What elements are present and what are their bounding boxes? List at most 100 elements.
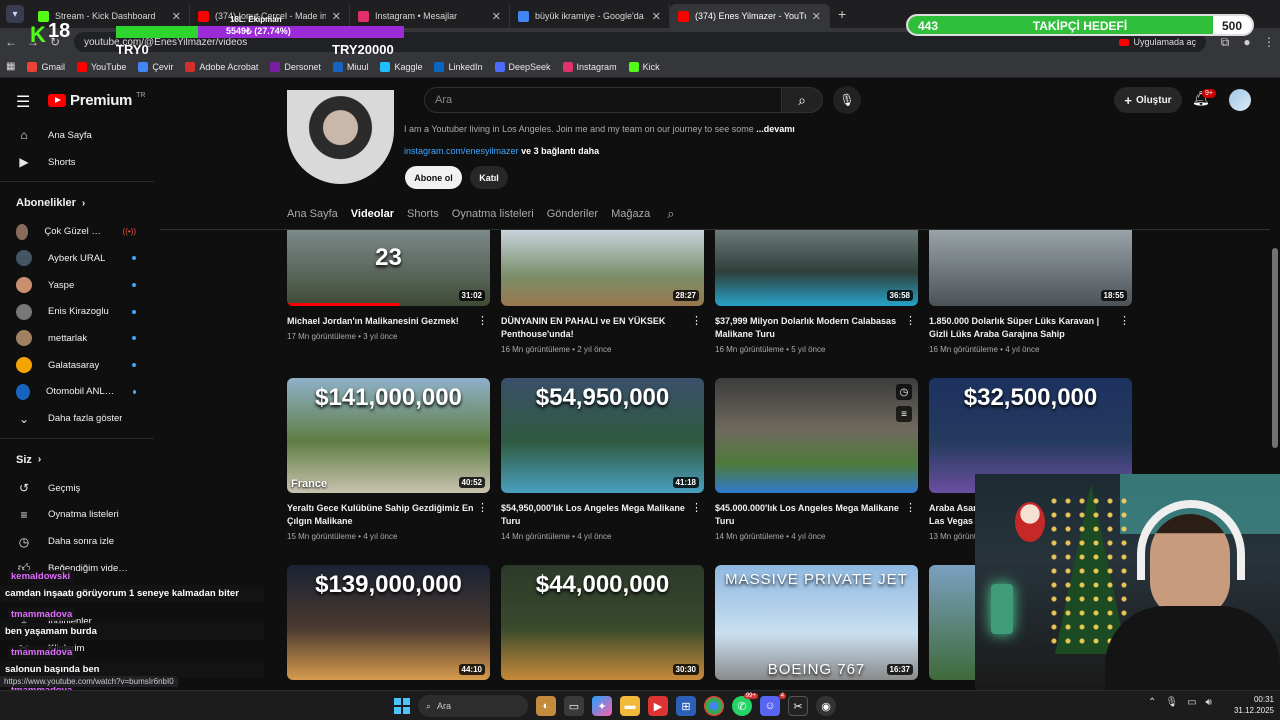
- obs-icon[interactable]: ◉: [816, 696, 836, 716]
- browser-tab[interactable]: Stream - Kick Dashboard ✕: [30, 4, 190, 28]
- sidebar-item[interactable]: ▶ Shorts: [0, 149, 154, 176]
- video-thumbnail[interactable]: 28:27: [501, 230, 704, 306]
- open-in-app-button[interactable]: Uygulamada aç: [1119, 37, 1196, 47]
- video-title[interactable]: Michael Jordan'ın Malikanesini Gezmek!: [287, 315, 490, 328]
- bookmark-item[interactable]: DeepSeek: [494, 61, 551, 72]
- extensions-icon[interactable]: ⧉: [1214, 35, 1236, 50]
- video-title[interactable]: 1.850.000 Dolarlık Süper Lüks Karavan | …: [929, 315, 1132, 341]
- bookmark-item[interactable]: Çevir: [138, 61, 173, 72]
- channel-avatar[interactable]: [287, 90, 394, 184]
- subscription-item[interactable]: Otomobil ANLATIM: [0, 379, 154, 406]
- bookmark-item[interactable]: Dersonet: [270, 61, 321, 72]
- back-icon[interactable]: ←: [0, 35, 22, 49]
- channel-search-icon[interactable]: ⌕: [667, 206, 674, 222]
- add-to-queue-icon[interactable]: ≡: [896, 406, 912, 422]
- more-options-icon[interactable]: ⋮: [477, 501, 488, 514]
- subscription-item[interactable]: Çok Güzel Hareket ((•)): [0, 218, 154, 245]
- video-card[interactable]: 28:27 DÜNYANIN EN PAHALI ve EN YÜKSEK Pen…: [501, 230, 704, 354]
- more-options-icon[interactable]: ⋮: [1119, 314, 1130, 327]
- bookmark-item[interactable]: Adobe Acrobat: [185, 61, 258, 72]
- tab-search-icon[interactable]: ▾: [6, 5, 24, 23]
- channel-description[interactable]: I am a Youtuber living in Los Angeles. J…: [404, 124, 795, 134]
- new-tab-button[interactable]: +: [838, 6, 846, 22]
- youtube-app-icon[interactable]: ▶: [648, 696, 668, 716]
- create-button[interactable]: + Oluştur: [1114, 87, 1182, 113]
- video-thumbnail[interactable]: 36:58: [715, 230, 918, 306]
- bookmark-item[interactable]: Miuul: [332, 61, 368, 72]
- browser-tab[interactable]: büyük ikramiye - Google'da Ara ✕: [510, 4, 670, 28]
- microphone-tray-icon[interactable]: 🎙: [1165, 697, 1178, 708]
- youtube-logo[interactable]: Premium TR: [48, 92, 145, 109]
- join-button[interactable]: Katıl: [470, 166, 508, 189]
- subscription-item[interactable]: Enis Kirazoglu: [0, 298, 154, 325]
- watch-later-icon[interactable]: ◷: [896, 384, 912, 400]
- subscription-item[interactable]: mettarlak: [0, 325, 154, 352]
- video-thumbnail[interactable]: 23 31:02: [287, 230, 490, 306]
- file-explorer-icon[interactable]: ▬: [620, 696, 640, 716]
- video-title[interactable]: DÜNYANIN EN PAHALI ve EN YÜKSEK Penthous…: [501, 315, 704, 341]
- bookmark-item[interactable]: Gmail: [27, 61, 65, 72]
- channel-tab[interactable]: Oynatma listeleri: [452, 208, 534, 220]
- close-icon[interactable]: ✕: [812, 10, 821, 23]
- channel-tab[interactable]: Ana Sayfa: [287, 208, 338, 220]
- sidebar-item[interactable]: ◷ Daha sonra izle: [0, 528, 154, 555]
- reload-icon[interactable]: ↻: [44, 35, 66, 49]
- hamburger-menu-icon[interactable]: ☰: [16, 92, 30, 112]
- bookmark-item[interactable]: LinkedIn: [434, 61, 483, 72]
- more-options-icon[interactable]: ⋮: [691, 314, 702, 327]
- subscribe-button[interactable]: Abone ol: [405, 166, 462, 189]
- video-card[interactable]: ◷ ≡ $45.000.000'lık Los Angeles Mega Malik…: [715, 378, 918, 541]
- browser-tab[interactable]: (374) Enes Yilmazer - YouTube ✕: [670, 4, 830, 28]
- capcut-icon[interactable]: ✂: [788, 696, 808, 716]
- video-title[interactable]: $54,950,000'lık Los Angeles Mega Malikan…: [501, 502, 704, 528]
- menu-icon[interactable]: ⋮: [1258, 35, 1280, 49]
- task-view-icon[interactable]: ▭: [564, 696, 584, 716]
- close-icon[interactable]: ✕: [492, 10, 501, 23]
- more-options-icon[interactable]: ⋮: [477, 314, 488, 327]
- sidebar-item[interactable]: ≡ Oynatma listeleri: [0, 502, 154, 529]
- whatsapp-icon[interactable]: ✆ 99+: [732, 693, 758, 716]
- video-card[interactable]: 36:58 $37,999 Milyon Dolarlık Modern Cala…: [715, 230, 918, 354]
- subscriptions-heading[interactable]: Abonelikler ›: [0, 188, 154, 218]
- store-icon[interactable]: ⊞: [676, 696, 696, 716]
- more-options-icon[interactable]: ⋮: [905, 314, 916, 327]
- search-input[interactable]: Ara: [424, 87, 782, 113]
- windows-start-icon[interactable]: [394, 698, 410, 714]
- video-card[interactable]: $139,000,000 44:10: [287, 565, 490, 680]
- subscription-item[interactable]: Yaspe: [0, 272, 154, 299]
- subscription-item[interactable]: Galatasaray: [0, 352, 154, 379]
- browser-tab[interactable]: (374) Ionut Cercel - Made in Ro ✕: [190, 4, 350, 28]
- browser-tab[interactable]: Instagram • Mesajlar ✕: [350, 4, 510, 28]
- forward-icon[interactable]: →: [22, 35, 44, 49]
- account-avatar[interactable]: [1229, 89, 1251, 111]
- show-more-button[interactable]: ⌄ Daha fazla göster: [0, 405, 154, 432]
- voice-search-button[interactable]: 🎙: [833, 86, 861, 114]
- video-card[interactable]: $141,000,000 France 40:52 Yeraltı Gece Kulü…: [287, 378, 490, 541]
- apps-grid-icon[interactable]: ▦: [6, 61, 15, 72]
- chrome-icon[interactable]: [704, 696, 724, 716]
- subscription-item[interactable]: Ayberk URAL: [0, 245, 154, 272]
- video-thumbnail[interactable]: $139,000,000 44:10: [287, 565, 490, 680]
- more-links-button[interactable]: ve 3 bağlantı daha: [521, 146, 599, 156]
- close-icon[interactable]: ✕: [172, 10, 181, 23]
- video-thumbnail[interactable]: $44,000,000 30:30: [501, 565, 704, 680]
- video-card[interactable]: $44,000,000 30:30: [501, 565, 704, 680]
- bookmark-item[interactable]: Kick: [628, 61, 660, 72]
- video-card[interactable]: 18:55 1.850.000 Dolarlık Süper Lüks Karav…: [929, 230, 1132, 354]
- sidebar-item[interactable]: ⌂ Ana Sayfa: [0, 122, 154, 149]
- bookmark-item[interactable]: Instagram: [562, 61, 617, 72]
- close-icon[interactable]: ✕: [332, 10, 341, 23]
- video-thumbnail[interactable]: ◷ ≡: [715, 378, 918, 493]
- network-icon[interactable]: ▭: [1187, 697, 1196, 708]
- search-button[interactable]: ⌕: [781, 87, 823, 113]
- channel-tab[interactable]: Shorts: [407, 208, 439, 220]
- video-thumbnail[interactable]: $141,000,000 France 40:52: [287, 378, 490, 493]
- widget-icon[interactable]: ◐: [536, 696, 556, 716]
- scrollbar-thumb[interactable]: [1272, 248, 1278, 448]
- channel-tab[interactable]: Gönderiler: [547, 208, 598, 220]
- video-thumbnail[interactable]: 18:55: [929, 230, 1132, 306]
- instagram-link[interactable]: instagram.com/enesyilmazer: [404, 146, 519, 156]
- you-heading[interactable]: Siz ›: [0, 445, 154, 475]
- video-title[interactable]: $37,999 Milyon Dolarlık Modern Calabasas…: [715, 315, 918, 341]
- video-card[interactable]: 23 31:02 Michael Jordan'ın Malikanesini Ge…: [287, 230, 490, 341]
